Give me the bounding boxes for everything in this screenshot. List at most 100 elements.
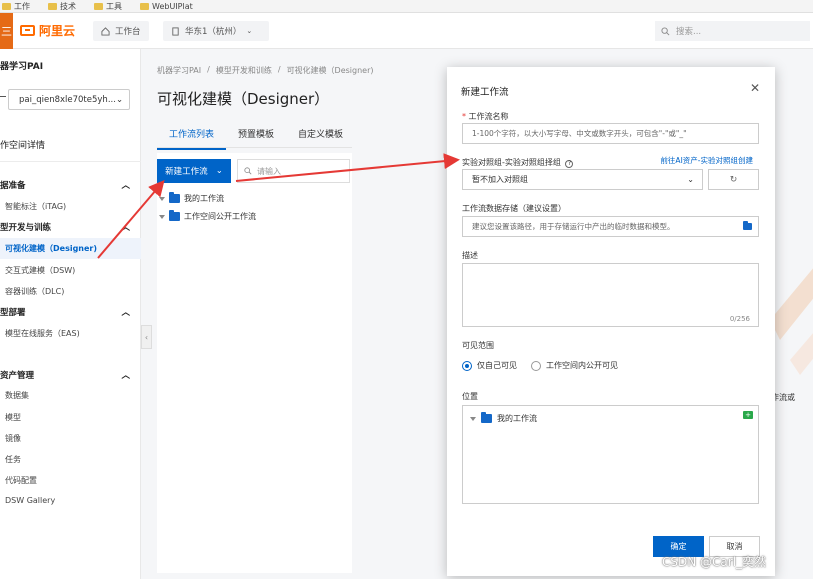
refresh-icon: ↻ (729, 174, 738, 185)
sidebar-item-dlc[interactable]: 容器训练（DLC) (5, 286, 64, 297)
breadcrumb-item-designer: 可视化建模（Designer) (286, 66, 374, 75)
sidebar-item-models[interactable]: 模型 (5, 412, 21, 423)
tab-underline (157, 147, 352, 148)
chevron-left-icon: ‹ (144, 332, 149, 342)
chevron-up-icon: ︿ (121, 223, 130, 233)
bookmark-work[interactable]: 工作 (2, 1, 30, 12)
radio-checked-icon (462, 360, 472, 371)
visibility-radio-group: 仅自己可见 工作空间内公开可见 (462, 360, 618, 371)
building-icon (172, 26, 179, 36)
tab-workflow-list[interactable]: 工作流列表 (157, 123, 227, 150)
workflow-search-input[interactable]: 请输入 (237, 159, 350, 183)
help-icon[interactable]: ? (565, 160, 574, 168)
tree-item-public-workflows[interactable]: 工作空间公开工作流 (159, 210, 256, 222)
chevron-up-icon: ︿ (121, 308, 130, 318)
menu-icon[interactable]: 三 (0, 13, 13, 49)
name-label: * 工作流名称 (462, 112, 509, 121)
folder-icon (140, 2, 149, 10)
breadcrumb-separator: / (277, 65, 281, 74)
close-icon[interactable]: ✕ (750, 81, 760, 95)
breadcrumb: 机器学习PAI / 模型开发和训练 / 可视化建模（Designer) (157, 65, 374, 76)
storage-path-input[interactable]: 建议您设置该路径，用于存储运行中产出的临时数据和模型。 (462, 216, 759, 237)
tab-bar: 工作流列表 预置模板 自定义模板 (157, 123, 355, 150)
watermark: CSDN @Carl_奕然 (662, 555, 767, 569)
sidebar-item-dsw[interactable]: 交互式建模（DSW) (5, 265, 75, 276)
global-search-input[interactable]: 搜索... (655, 21, 810, 41)
chevron-down-icon: ⌄ (115, 94, 124, 105)
create-group-link[interactable]: 前往AI资产-实验对照组创建 (660, 155, 753, 166)
breadcrumb-separator: / (207, 65, 210, 74)
sidebar: 器学习PAI pai_qien8xle70te5yh... ⌄ 作空间详情 据准… (0, 49, 141, 579)
folder-icon (2, 2, 11, 10)
sidebar-item-images[interactable]: 镜像 (5, 433, 21, 444)
chevron-down-icon: ⌄ (215, 166, 223, 176)
aliyun-logo-icon (20, 25, 35, 36)
search-icon (661, 26, 670, 35)
expand-icon (159, 196, 165, 201)
bookmark-tech[interactable]: 技术 (48, 1, 76, 12)
tab-custom-templates[interactable]: 自定义模板 (286, 123, 355, 150)
radio-public[interactable]: 工作空间内公开可见 (531, 360, 618, 371)
new-workflow-dialog: 新建工作流 ✕ * 工作流名称 1-100个字符，以大小写字母、中文或数字开头，… (447, 67, 775, 576)
group-select[interactable]: 暂不加入对照组 ⌄ (462, 169, 703, 190)
folder-icon (48, 2, 57, 10)
sidebar-item-dsw-gallery[interactable]: DSW Gallery (5, 496, 55, 505)
group-label: 实验对照组-实验对照组择组 ? (462, 157, 574, 168)
bookmark-webuiplat[interactable]: WebUIPlat (140, 2, 193, 11)
sidebar-item-code-config[interactable]: 代码配置 (5, 475, 37, 486)
sidebar-group-deploy[interactable]: 型部署 ︿ (0, 306, 130, 318)
chevron-down-icon: ⌄ (246, 27, 253, 35)
home-icon (101, 26, 110, 36)
sidebar-item-eas[interactable]: 模型在线服务（EAS) (5, 328, 80, 339)
aliyun-logo[interactable]: 阿里云 (20, 22, 75, 39)
chevron-up-icon: ︿ (121, 181, 130, 191)
workspace-select[interactable]: pai_qien8xle70te5yh... ⌄ (8, 89, 130, 110)
workflow-panel: 新建工作流 ⌄ 请输入 我的工作流 工作空间公开工作流 (157, 153, 352, 573)
dialog-title: 新建工作流 (461, 87, 509, 98)
storage-label: 工作流数据存储（建议设置） (462, 204, 566, 213)
sidebar-group-model-dev[interactable]: 型开发与训练 ︿ (0, 221, 130, 233)
bookmarks-bar: 工作 技术 工具 WebUIPlat (0, 0, 813, 13)
char-count: 0/256 (729, 315, 750, 323)
workspace-detail-link[interactable]: 作空间详情 (0, 138, 45, 151)
visibility-label: 可见范围 (462, 341, 494, 350)
bookmark-tools[interactable]: 工具 (94, 1, 122, 12)
new-workflow-button[interactable]: 新建工作流 ⌄ (157, 159, 231, 183)
description-label: 描述 (462, 251, 478, 260)
sidebar-group-data-prep[interactable]: 据准备 ︿ (0, 179, 130, 191)
tree-item-my-workflows[interactable]: 我的工作流 (159, 192, 224, 204)
sidebar-item-designer[interactable]: 可视化建模（Designer) (0, 238, 141, 259)
radio-unchecked-icon (531, 360, 541, 371)
product-title: 器学习PAI (0, 62, 44, 72)
chevron-down-icon: ⌄ (687, 175, 694, 184)
workflow-name-input[interactable]: 1-100个字符，以大小写字母、中文或数字开头，可包含"-"或"_" (462, 123, 759, 144)
sidebar-group-assets[interactable]: 资产管理 ︿ (0, 369, 130, 381)
sidebar-item-datasets[interactable]: 数据集 (5, 390, 29, 401)
folder-icon (481, 412, 492, 423)
radio-private[interactable]: 仅自己可见 (462, 360, 517, 371)
location-item-my-workflows[interactable]: 我的工作流 (470, 412, 537, 424)
folder-icon[interactable] (743, 221, 752, 230)
workbench-button[interactable]: 工作台 (93, 21, 149, 41)
location-tree: 我的工作流 + (462, 405, 759, 504)
dash-mark (0, 96, 6, 97)
search-icon (244, 167, 252, 175)
refresh-button[interactable]: ↻ (708, 169, 759, 190)
chevron-up-icon: ︿ (121, 371, 130, 381)
folder-icon (169, 192, 180, 203)
region-selector[interactable]: 华东1（杭州） ⌄ (163, 21, 269, 41)
breadcrumb-item-dev[interactable]: 模型开发和训练 (216, 65, 272, 76)
expand-icon (470, 416, 476, 421)
description-textarea[interactable]: 0/256 (462, 263, 759, 327)
sidebar-item-tasks[interactable]: 任务 (5, 454, 21, 465)
sidebar-item-itag[interactable]: 智能标注（iTAG) (5, 201, 66, 212)
location-label: 位置 (462, 392, 478, 401)
page-title: 可视化建模（Designer） (157, 90, 330, 108)
breadcrumb-item-pai[interactable]: 机器学习PAI (157, 65, 201, 76)
sidebar-collapse-button[interactable]: ‹ (141, 325, 152, 349)
tab-preset-templates[interactable]: 预置模板 (226, 123, 286, 150)
folder-icon (94, 2, 103, 10)
top-navigation-bar: 三 阿里云 工作台 华东1（杭州） ⌄ 搜索... (0, 13, 813, 49)
add-folder-icon[interactable]: + (743, 411, 753, 419)
folder-icon (169, 210, 180, 221)
